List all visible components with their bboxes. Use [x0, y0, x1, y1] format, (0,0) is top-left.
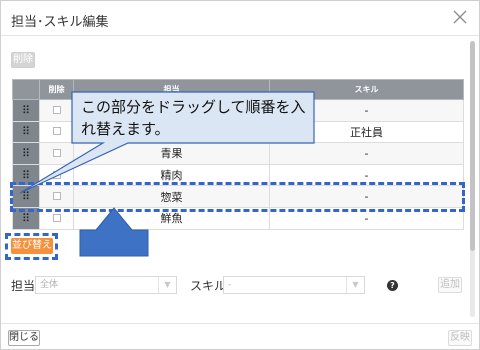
- add-button[interactable]: 追加: [438, 277, 462, 293]
- dialog-title: 担当･スキル編集: [11, 15, 109, 30]
- help-icon[interactable]: ?: [387, 280, 398, 291]
- drag-handle-icon[interactable]: ⠿: [12, 120, 40, 144]
- apply-button[interactable]: 反映: [448, 330, 472, 346]
- scrollbar[interactable]: [470, 41, 475, 317]
- header-divider: [1, 35, 479, 36]
- chevron-down-icon: ▼: [158, 277, 176, 293]
- tantou-filter-label: 担当: [11, 279, 36, 293]
- tantou-select-value: 全体: [40, 280, 59, 290]
- drag-handle-icon[interactable]: ⠿: [12, 99, 40, 122]
- tantou-select[interactable]: 全体 ▼: [35, 276, 177, 294]
- drag-handle-icon[interactable]: ⠿: [12, 142, 40, 165]
- callout-text: この部分をドラッグして順番を入れ替えます。: [81, 98, 306, 138]
- close-button[interactable]: 閉じる: [8, 330, 40, 346]
- table-row: ⠿ 青果 -: [12, 142, 464, 165]
- delete-checkbox[interactable]: [39, 120, 74, 144]
- drag-row-highlight: [10, 182, 465, 212]
- edit-dialog: 担当･スキル編集 削除 削除 担当 スキル ⠿ - ⠿ 正社員 ⠿ 青果 - ⠿…: [0, 0, 480, 350]
- tantou-cell: 青果: [73, 142, 270, 165]
- chevron-down-icon: ▼: [346, 277, 364, 293]
- skill-cell: -: [269, 142, 464, 165]
- delete-button[interactable]: 削除: [11, 52, 35, 68]
- header-delete: 削除: [39, 79, 74, 100]
- close-icon[interactable]: [451, 8, 469, 26]
- footer-divider: [1, 323, 479, 324]
- skill-select[interactable]: - ▼: [223, 276, 365, 294]
- skill-filter-label: スキル: [190, 279, 227, 293]
- skill-select-value: -: [228, 280, 232, 290]
- header-handle: [12, 79, 40, 100]
- scrollbar-thumb[interactable]: [470, 41, 475, 251]
- delete-checkbox[interactable]: [39, 99, 74, 122]
- sort-button-highlight: [5, 233, 58, 260]
- delete-checkbox[interactable]: [39, 142, 74, 165]
